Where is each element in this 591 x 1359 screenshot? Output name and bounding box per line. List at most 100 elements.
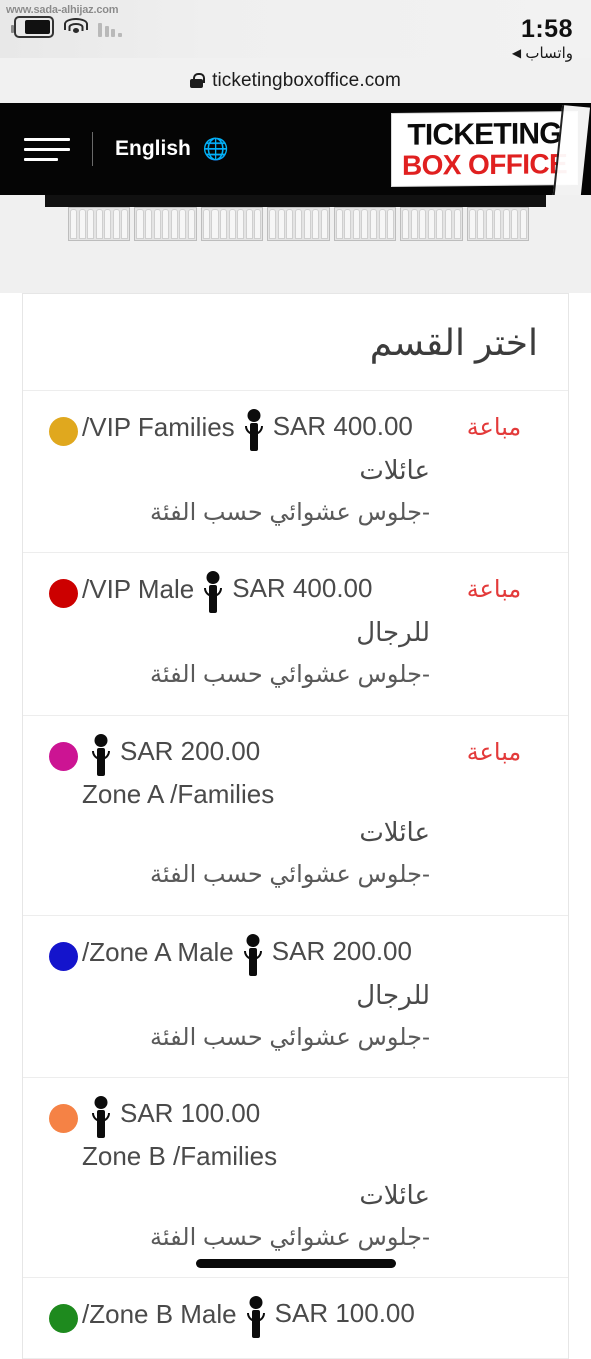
- seat-icon: [95, 209, 103, 239]
- seat-icon: [320, 209, 328, 239]
- standing-person-icon: [92, 1096, 110, 1139]
- language-switcher[interactable]: English 🌐: [115, 137, 229, 161]
- seat-block[interactable]: [333, 207, 397, 241]
- seat-icon: [121, 209, 129, 239]
- seat-icon: [269, 209, 277, 239]
- zone-price: SAR 100.00: [120, 1098, 261, 1129]
- status-badge: مباعة: [466, 414, 522, 441]
- zone-name-ar: للرجال: [356, 617, 430, 648]
- browser-url-bar[interactable]: ticketingboxoffice.com: [0, 58, 591, 103]
- zone-color-swatch: [49, 741, 78, 771]
- signal-bars-icon: [98, 17, 122, 37]
- seat-block[interactable]: [134, 207, 197, 241]
- seat-icon: [153, 209, 161, 239]
- seat-icon: [303, 209, 311, 239]
- standing-person-icon: [204, 571, 223, 614]
- zone-details: SAR 200.00 Zone A /Families عائلات -جلوس عش…: [82, 733, 446, 895]
- zone-note: -جلوس عشوائي حسب الفئة: [150, 499, 430, 526]
- zone-name-en: /VIP Male: [82, 574, 195, 605]
- language-label: English: [115, 137, 191, 160]
- seat-block[interactable]: [466, 207, 529, 241]
- seat-icon: [387, 209, 395, 239]
- zone-row[interactable]: مباعة SAR 400.00/VIP Male للرجال -جلوس عشوا…: [23, 553, 568, 716]
- status-badge: مباعة: [466, 738, 522, 766]
- seat-icon: [237, 209, 245, 239]
- zone-color-swatch: [49, 579, 78, 609]
- seat-icon: [402, 209, 410, 239]
- seat-icon: [485, 209, 493, 239]
- seat-icon: [286, 209, 294, 239]
- seat-icon: [378, 209, 386, 239]
- image-watermark: www.sada-alhijaz.com: [6, 4, 119, 16]
- seat-icon: [468, 209, 476, 239]
- lock-icon: [190, 73, 205, 88]
- zone-details: SAR 400.00/VIP Male للرجال -جلوس عشوائي حس…: [82, 571, 446, 694]
- seat-icon: [162, 209, 170, 239]
- globe-icon: 🌐: [202, 137, 229, 161]
- seat-block[interactable]: [200, 207, 264, 241]
- zone-name-en: Zone A /Families: [82, 778, 275, 809]
- seat-icon: [70, 209, 78, 239]
- zone-color-swatch: [49, 1104, 78, 1134]
- zone-price: SAR 400.00: [232, 573, 373, 604]
- seat-icon: [369, 209, 378, 239]
- zone-row[interactable]: مباعة SAR 400.00/VIP Families عائلات -جلوس …: [23, 391, 568, 554]
- zone-row[interactable]: مباعة SAR 200.00 Zone A /Families عائلات -جل…: [23, 716, 568, 916]
- seat-icon: [202, 209, 210, 239]
- play-triangle-icon: ◀: [511, 46, 522, 61]
- seat-icon: [254, 209, 262, 239]
- zone-details: SAR 200.00/Zone A Male للرجال -جلوس عشوائي…: [82, 933, 446, 1057]
- phone-status-bar: www.sada-alhijaz.com 1:58 واتساب ◀: [0, 0, 591, 62]
- zone-name-en: /Zone B Male: [82, 1299, 237, 1330]
- notification-label: واتساب ◀: [508, 46, 573, 62]
- seat-icon: [436, 209, 444, 239]
- url-text: ticketingboxoffice.com: [212, 69, 401, 91]
- zone-details: SAR 100.00/Zone B Male: [82, 1296, 446, 1339]
- seat-icon: [519, 209, 527, 239]
- zone-row[interactable]: SAR 100.00 Zone B /Families عائلات -جلوس عش…: [23, 1078, 568, 1279]
- zone-row[interactable]: SAR 100.00/Zone B Male: [23, 1278, 568, 1359]
- zone-name-ar: عائلات: [359, 1179, 430, 1210]
- navbar-divider: [92, 132, 93, 166]
- battery-icon: [11, 16, 54, 38]
- clock-time: 1:58: [520, 15, 573, 43]
- seat-icon: [136, 209, 144, 239]
- seat-icon: [494, 209, 502, 239]
- standing-person-icon: [244, 409, 263, 451]
- standing-person-icon: [243, 933, 262, 976]
- seat-icon: [220, 209, 228, 239]
- seat-block[interactable]: [68, 207, 131, 241]
- wifi-icon: [63, 17, 89, 37]
- logo-line-1: TICKETING: [407, 117, 562, 152]
- seat-block[interactable]: [400, 207, 463, 241]
- zone-price: SAR 400.00: [272, 411, 413, 441]
- seat-icon: [444, 209, 453, 239]
- zone-color-swatch: [49, 941, 78, 971]
- seat-icon: [211, 209, 219, 239]
- zone-note: -جلوس عشوائي حسب الفئة: [150, 1223, 430, 1251]
- zone-row[interactable]: SAR 200.00/Zone A Male للرجال -جلوس عشوائي…: [23, 916, 568, 1079]
- status-bar-icons: [11, 16, 122, 38]
- seat-icon: [477, 209, 485, 239]
- hamburger-menu-icon[interactable]: [24, 137, 70, 161]
- site-logo[interactable]: TICKETING BOX OFFICE: [391, 112, 577, 186]
- seat-block[interactable]: [267, 207, 330, 241]
- zone-price: SAR 200.00: [120, 735, 261, 766]
- seat-icon: [187, 209, 195, 239]
- stage-bar: [45, 195, 546, 207]
- seat-icon: [453, 209, 461, 239]
- seat-icon: [335, 209, 343, 239]
- zone-name-en: /Zone A Male: [82, 936, 234, 967]
- zone-note: -جلوس عشوائي حسب الفئة: [150, 661, 430, 689]
- home-gesture-bar: [195, 1259, 396, 1268]
- zone-price: SAR 200.00: [271, 935, 412, 966]
- seat-icon: [277, 209, 285, 239]
- seat-icon: [502, 209, 510, 239]
- status-bar-right: 1:58 واتساب ◀: [508, 16, 573, 62]
- section-selection-card: اختر القسم مباعة SAR 400.00/VIP Families ع…: [22, 293, 569, 1359]
- seat-icon: [294, 209, 303, 239]
- zone-details: SAR 100.00 Zone B /Families عائلات -جلوس عش…: [82, 1096, 446, 1257]
- zone-color-swatch: [49, 1304, 78, 1334]
- seat-icon: [87, 209, 95, 239]
- seat-map-preview[interactable]: [0, 195, 591, 293]
